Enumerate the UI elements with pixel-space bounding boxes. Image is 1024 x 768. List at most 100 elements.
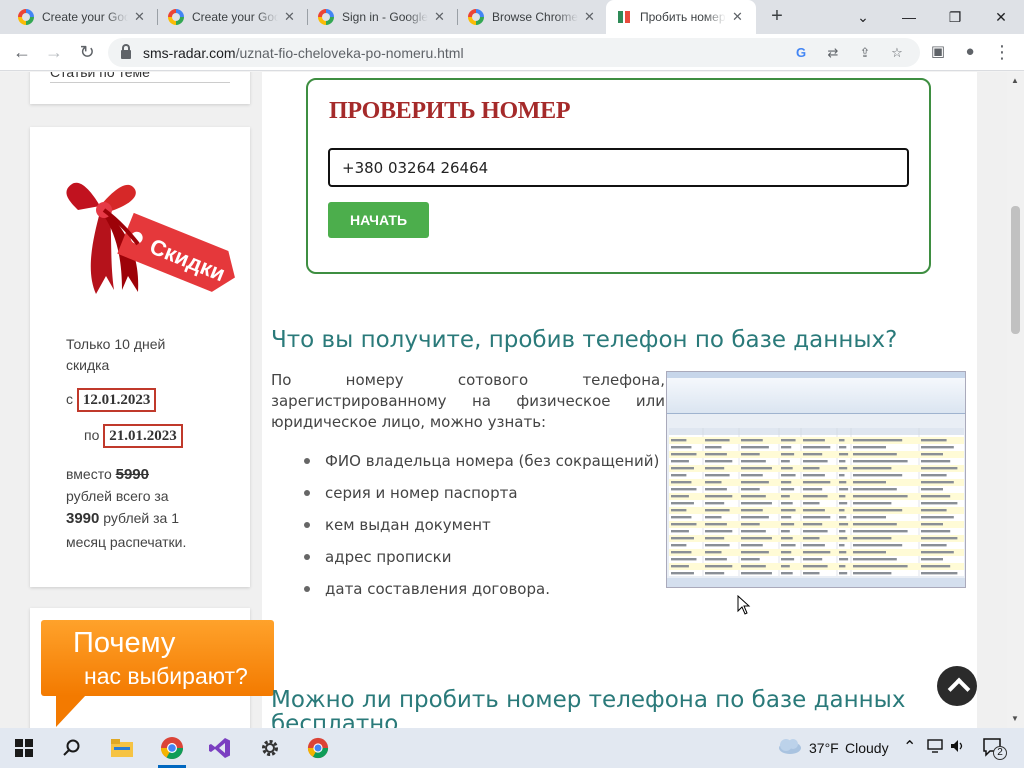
file-explorer-icon[interactable] bbox=[108, 734, 136, 762]
discount-tag-image: Скидки bbox=[66, 182, 235, 294]
tab-1[interactable]: Create your Goo ✕ bbox=[8, 0, 158, 34]
menu-kebab-icon[interactable]: ⋮ bbox=[990, 41, 1014, 65]
divider bbox=[50, 82, 230, 83]
phone-number-input[interactable] bbox=[328, 148, 909, 187]
scrollbar-thumb[interactable] bbox=[1011, 206, 1020, 334]
mouse-cursor-icon bbox=[737, 595, 751, 615]
rubles-month: рублей за 1 bbox=[103, 510, 179, 526]
sidebar-related-card: Статьи по теме bbox=[30, 72, 250, 104]
bookmark-star-icon[interactable]: ☆ bbox=[888, 44, 906, 62]
tab-strip: Create your Goo ✕ Create your Goo ✕ Sign… bbox=[0, 0, 1024, 34]
tab-title: Пробить номер bbox=[640, 10, 726, 24]
promo-line2: скидка bbox=[66, 357, 110, 373]
network-icon[interactable] bbox=[927, 739, 943, 756]
minimize-icon[interactable]: — bbox=[886, 0, 932, 34]
tab-3[interactable]: Sign in - Google ✕ bbox=[308, 0, 458, 34]
db-table-grid bbox=[669, 428, 964, 576]
chrome-profile-icon[interactable] bbox=[158, 734, 186, 762]
volume-speaker-icon[interactable] bbox=[950, 739, 966, 756]
section-heading-free-check: Можно ли пробить номер телефона по базе … bbox=[271, 687, 906, 728]
chrome-icon[interactable] bbox=[304, 734, 332, 762]
lock-icon[interactable] bbox=[121, 44, 131, 59]
why-us-line2: нас выбирают? bbox=[84, 663, 248, 689]
windows-start-icon[interactable] bbox=[10, 734, 38, 762]
forward-arrow-icon[interactable]: → bbox=[42, 41, 66, 65]
new-tab-plus-icon[interactable]: + bbox=[766, 6, 788, 28]
from-date-badge: 12.01.2023 bbox=[76, 388, 157, 412]
tab-title: Create your Goo bbox=[192, 10, 278, 24]
google-icon bbox=[168, 9, 184, 25]
new-price: 3990 bbox=[66, 510, 100, 527]
tab-title: Sign in - Google bbox=[342, 10, 428, 24]
cloud-weather-icon[interactable] bbox=[776, 737, 802, 758]
promo-rubles-total: рублей всего за bbox=[66, 488, 169, 504]
related-articles-link[interactable]: Статьи по теме bbox=[50, 72, 150, 80]
old-price: 5990 bbox=[115, 466, 149, 483]
profile-avatar-icon[interactable]: ● bbox=[958, 41, 982, 65]
instead-label: вместо bbox=[66, 466, 112, 482]
close-tab-icon[interactable]: ✕ bbox=[434, 9, 445, 25]
check-number-title: ПРОВЕРИТЬ НОМЕР bbox=[329, 98, 571, 124]
intro-paragraph: По номеру сотового телефона, зарегистрир… bbox=[271, 371, 665, 431]
translate-icon[interactable]: ⇄ bbox=[824, 44, 842, 62]
promo-price-row: вместо 5990 bbox=[66, 464, 149, 485]
to-label: по bbox=[84, 427, 100, 443]
promo-printouts: месяц распечатки. bbox=[66, 534, 187, 550]
tab-2[interactable]: Create your Goo ✕ bbox=[158, 0, 308, 34]
promo-date-from-row: с 12.01.2023 bbox=[66, 388, 157, 412]
db-ribbon bbox=[667, 378, 965, 414]
database-screenshot-image bbox=[666, 371, 966, 588]
url-host: sms-radar.com bbox=[143, 44, 236, 61]
promo-date-to-row: по 21.01.2023 bbox=[84, 424, 183, 448]
from-label: с bbox=[66, 391, 73, 407]
info-bullet-list: ФИО владельца номера (без сокращений) се… bbox=[301, 450, 659, 610]
weather-description[interactable]: Cloudy bbox=[845, 740, 889, 756]
side-panel-icon[interactable]: ▣ bbox=[926, 41, 950, 65]
page-scrollbar[interactable]: ▲ ▼ bbox=[1007, 72, 1024, 728]
google-icon bbox=[18, 9, 34, 25]
scroll-up-arrow-icon[interactable]: ▲ bbox=[1011, 76, 1019, 85]
scroll-to-top-button[interactable] bbox=[937, 666, 977, 706]
tray-chevron-up-icon[interactable]: ⌃ bbox=[903, 737, 916, 757]
start-button[interactable]: НАЧАТЬ bbox=[328, 202, 429, 238]
restore-icon[interactable]: ❐ bbox=[932, 0, 978, 34]
close-tab-icon[interactable]: ✕ bbox=[284, 9, 295, 25]
google-lens-icon[interactable]: G bbox=[792, 44, 810, 62]
list-item: адрес прописки bbox=[301, 546, 659, 578]
sms-radar-icon bbox=[616, 9, 632, 25]
scroll-down-arrow-icon[interactable]: ▼ bbox=[1011, 714, 1019, 723]
why-us-line1: Почему bbox=[73, 627, 176, 659]
section-heading-what-you-get: Что вы получите, пробив телефон по базе … bbox=[271, 327, 898, 353]
url-path: /uznat-fio-cheloveka-po-nomeru.html bbox=[235, 44, 464, 61]
browser-toolbar: ← → ↻ sms-radar.com/uznat-fio-cheloveka-… bbox=[0, 34, 1024, 71]
page-viewport: Статьи по теме Скидки Только 10 дней ски… bbox=[0, 72, 1024, 728]
share-icon[interactable]: ⇪ bbox=[856, 44, 874, 62]
visual-studio-icon[interactable] bbox=[206, 734, 234, 762]
google-icon bbox=[468, 9, 484, 25]
tab-4[interactable]: Browse Chrome ✕ bbox=[458, 0, 606, 34]
reload-icon[interactable]: ↻ bbox=[75, 41, 99, 65]
google-icon bbox=[318, 9, 334, 25]
search-icon[interactable] bbox=[58, 734, 86, 762]
db-statusbar bbox=[667, 578, 965, 587]
tab-title: Browse Chrome bbox=[492, 10, 578, 24]
windows-taskbar: 37°F Cloudy ⌃ 2 bbox=[0, 728, 1024, 768]
address-bar[interactable]: sms-radar.com/uznat-fio-cheloveka-po-nom… bbox=[108, 38, 920, 67]
weather-temperature[interactable]: 37°F bbox=[809, 740, 839, 756]
close-window-icon[interactable]: ✕ bbox=[978, 0, 1024, 34]
back-arrow-icon[interactable]: ← bbox=[10, 41, 34, 65]
promo-line1: Только 10 дней bbox=[66, 336, 166, 352]
settings-gear-icon[interactable] bbox=[256, 734, 284, 762]
url-text: sms-radar.com/uznat-fio-cheloveka-po-nom… bbox=[143, 45, 464, 61]
tab-title: Create your Goo bbox=[42, 10, 128, 24]
close-tab-icon[interactable]: ✕ bbox=[584, 9, 595, 25]
list-item: дата составления договора. bbox=[301, 578, 659, 610]
close-tab-icon[interactable]: ✕ bbox=[134, 9, 145, 25]
close-tab-icon[interactable]: ✕ bbox=[732, 9, 743, 25]
list-item: серия и номер паспорта bbox=[301, 482, 659, 514]
tab-search-chevron-icon[interactable]: ⌄ bbox=[840, 0, 886, 34]
to-date-badge: 21.01.2023 bbox=[103, 424, 183, 448]
tab-5-active[interactable]: Пробить номер ✕ bbox=[606, 0, 756, 34]
list-item: ФИО владельца номера (без сокращений) bbox=[301, 450, 659, 482]
banner-tail bbox=[56, 695, 86, 727]
